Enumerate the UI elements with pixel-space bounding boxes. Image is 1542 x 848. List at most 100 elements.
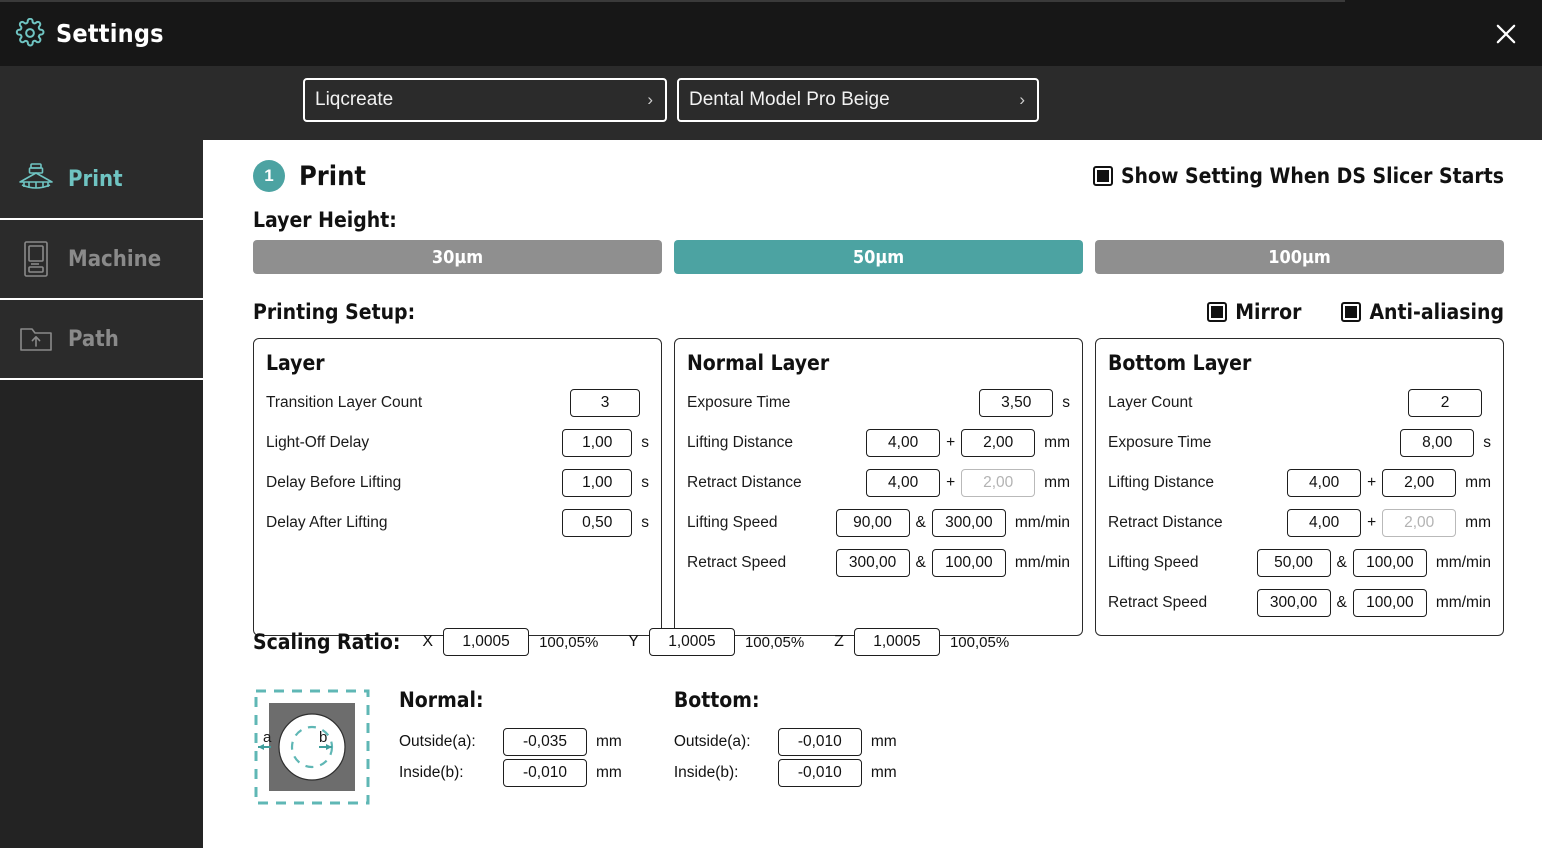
field-operator: + [1367, 474, 1377, 491]
bottom-retract-speed-input-1[interactable]: 300,00 [1256, 589, 1331, 617]
settings-window: Settings Liqcreate › Dental Model Pro Be… [0, 0, 1542, 848]
field-transition-layer-count: Transition Layer Count 3 [266, 383, 649, 423]
field-label: Transition Layer Count [266, 394, 423, 411]
compensation-bottom-group: Bottom: Outside(a): -0,010 mm Inside(b):… [674, 688, 897, 788]
field-bottom-retract-distance: Retract Distance 4,00 + 2,00 mm [1108, 503, 1491, 543]
field-label: Retract Distance [687, 474, 802, 491]
normal-exposure-time-input[interactable]: 3,50 [979, 389, 1054, 417]
field-label: Retract Speed [1108, 594, 1208, 611]
scaling-x-input[interactable]: 1,0005 [443, 628, 530, 656]
field-unit: s [641, 474, 649, 491]
compensation-normal-inside-row: Inside(b): -0,010 mm [399, 757, 622, 788]
sidebar-item-path[interactable]: Path [0, 300, 203, 380]
bottom-retract-distance-input-1[interactable]: 4,00 [1287, 509, 1362, 537]
bottom-lifting-speed-input-1[interactable]: 50,00 [1256, 549, 1331, 577]
field-operator: & [1336, 554, 1347, 571]
normal-lifting-speed-input-1[interactable]: 90,00 [835, 509, 910, 537]
mirror-label: Mirror [1235, 300, 1302, 324]
field-unit: mm [870, 732, 897, 750]
antialiasing-checkbox[interactable]: Anti-aliasing [1341, 300, 1504, 324]
scaling-ratio-row: Scaling Ratio: X 1,0005 100,05% Y 1,0005… [253, 628, 1009, 656]
field-label: Delay Before Lifting [266, 474, 402, 491]
panel-layer: Layer Transition Layer Count 3 Light-Off… [253, 338, 662, 636]
field-normal-lifting-distance: Lifting Distance 4,00 + 2,00 mm [687, 423, 1070, 463]
field-bottom-lifting-distance: Lifting Distance 4,00 + 2,00 mm [1108, 463, 1491, 503]
field-label: Layer Count [1108, 394, 1193, 411]
axis-label-z: Z [834, 633, 844, 650]
normal-inside-compensation-input[interactable]: -0,010 [503, 758, 587, 787]
field-unit: mm [870, 763, 897, 781]
show-setting-checkbox[interactable]: Show Setting When DS Slicer Starts [1092, 164, 1504, 188]
bottom-layer-count-input[interactable]: 2 [1408, 389, 1482, 417]
field-bottom-layer-count: Layer Count 2 [1108, 383, 1491, 423]
delay-after-lifting-input[interactable]: 0,50 [562, 509, 633, 537]
normal-lifting-distance-input-2[interactable]: 2,00 [961, 429, 1036, 457]
checkbox-icon [1207, 302, 1228, 322]
field-label: Inside(b): [399, 763, 464, 781]
field-label: Retract Distance [1108, 514, 1223, 531]
field-label: Lifting Distance [1108, 474, 1214, 491]
close-icon[interactable] [1484, 12, 1528, 56]
field-operator: + [946, 434, 956, 451]
field-delay-before-lifting: Delay Before Lifting 1,00 s [266, 463, 649, 503]
bottom-lifting-distance-input-2[interactable]: 2,00 [1382, 469, 1457, 497]
field-operator: + [1367, 514, 1377, 531]
bottom-inside-compensation-input[interactable]: -0,010 [777, 758, 862, 787]
chevron-right-icon: › [647, 90, 653, 109]
sidebar-item-label: Path [68, 326, 119, 352]
checkbox-icon [1341, 302, 1362, 322]
normal-retract-speed-input-2[interactable]: 100,00 [931, 549, 1006, 577]
delay-before-lifting-input[interactable]: 1,00 [562, 469, 633, 497]
scaling-y-input[interactable]: 1,0005 [648, 628, 735, 656]
compensation-normal-group: Normal: Outside(a): -0,035 mm Inside(b):… [399, 688, 622, 788]
field-label: Outside(a): [673, 732, 751, 750]
transition-layer-count-input[interactable]: 3 [570, 389, 640, 417]
bottom-lifting-distance-input-1[interactable]: 4,00 [1287, 469, 1362, 497]
sidebar-item-machine[interactable]: Machine [0, 220, 203, 300]
bottom-retract-speed-input-2[interactable]: 100,00 [1352, 589, 1427, 617]
bottom-lifting-speed-input-2[interactable]: 100,00 [1352, 549, 1427, 577]
light-off-delay-input[interactable]: 1,00 [562, 429, 633, 457]
resin-profile-select[interactable]: Dental Model Pro Beige › [677, 78, 1039, 122]
scaling-z-input[interactable]: 1,0005 [853, 628, 940, 656]
layer-height-label: Layer Height: [253, 208, 397, 232]
layer-height-option-50um[interactable]: 50µm [674, 240, 1083, 274]
field-unit: mm/min [1014, 514, 1070, 531]
bottom-outside-compensation-input[interactable]: -0,010 [777, 727, 862, 756]
sidebar-item-print[interactable]: Print [0, 140, 203, 220]
compensation-normal-outside-row: Outside(a): -0,035 mm [399, 726, 622, 757]
field-label: Exposure Time [1108, 434, 1212, 451]
step-number-badge: 1 [253, 160, 285, 192]
printing-setup-label: Printing Setup: [253, 300, 416, 324]
bottom-exposure-time-input[interactable]: 8,00 [1400, 429, 1475, 457]
compensation-diagram: a b [253, 688, 371, 806]
field-operator: & [915, 554, 926, 571]
layer-height-option-30um[interactable]: 30µm [253, 240, 662, 274]
normal-retract-speed-input-1[interactable]: 300,00 [835, 549, 910, 577]
layer-height-options: 30µm 50µm 100µm [253, 240, 1504, 274]
normal-lifting-distance-input-1[interactable]: 4,00 [866, 429, 941, 457]
field-label: Lifting Speed [687, 514, 778, 531]
antialiasing-label: Anti-aliasing [1369, 300, 1504, 324]
field-unit: mm [1465, 514, 1491, 531]
normal-outside-compensation-input[interactable]: -0,035 [503, 727, 587, 756]
field-operator: & [1336, 594, 1347, 611]
normal-retract-distance-input-1[interactable]: 4,00 [866, 469, 941, 497]
window-title: Settings [56, 18, 164, 48]
sidebar: Print Machine Path [0, 140, 203, 848]
compensation-normal-title: Normal: [399, 688, 484, 712]
field-unit: mm [596, 763, 622, 781]
field-unit: s [1483, 434, 1491, 451]
layer-height-option-100um[interactable]: 100µm [1095, 240, 1504, 274]
mirror-checkbox[interactable]: Mirror [1207, 300, 1301, 324]
field-unit: mm/min [1435, 594, 1491, 611]
checkbox-icon [1092, 166, 1113, 186]
section-header: 1 Print [253, 160, 366, 192]
resin-brand-select[interactable]: Liqcreate › [303, 78, 667, 122]
folder-upload-icon [8, 323, 64, 355]
normal-lifting-speed-input-2[interactable]: 300,00 [931, 509, 1006, 537]
compensation-bottom-title: Bottom: [673, 688, 760, 712]
field-bottom-lifting-speed: Lifting Speed 50,00 & 100,00 mm/min [1108, 543, 1491, 583]
field-unit: mm [1044, 434, 1070, 451]
diagram-label-b: b [319, 729, 327, 746]
